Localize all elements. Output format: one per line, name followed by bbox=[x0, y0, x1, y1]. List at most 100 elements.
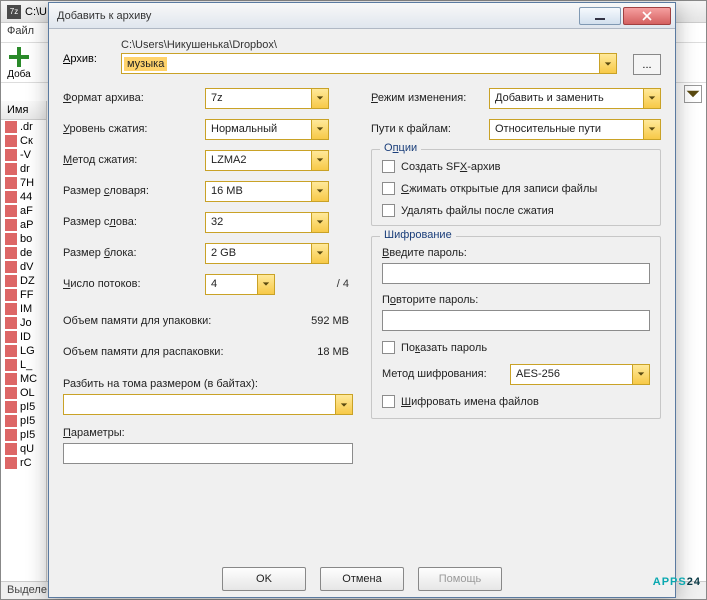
chevron-down-icon[interactable] bbox=[643, 120, 660, 139]
enc-method-combo[interactable]: AES-256 bbox=[510, 364, 650, 385]
encryption-group: Шифрование Введите пароль: Повторите пар… bbox=[371, 236, 661, 419]
archive-path: C:\Users\Никушенька\Dropbox\ bbox=[121, 39, 617, 51]
minimize-button[interactable] bbox=[579, 7, 621, 25]
chevron-down-icon[interactable] bbox=[311, 120, 328, 139]
watermark: APPS24 bbox=[653, 560, 701, 592]
password2-label: Повторите пароль: bbox=[382, 294, 478, 306]
list-item[interactable]: Ск bbox=[1, 134, 46, 148]
list-item[interactable]: L_ bbox=[1, 358, 46, 372]
add-to-archive-dialog: Добавить к архиву Архив: C:\Users\Никуше… bbox=[48, 2, 676, 598]
chevron-down-icon[interactable] bbox=[335, 395, 352, 414]
file-icon bbox=[5, 261, 17, 273]
path-dropdown-arrow[interactable] bbox=[684, 85, 702, 103]
method-combo[interactable]: LZMA2 bbox=[205, 150, 329, 171]
file-icon bbox=[5, 303, 17, 315]
password-input[interactable] bbox=[382, 263, 650, 284]
chevron-down-icon[interactable] bbox=[311, 89, 328, 108]
list-item[interactable]: ID bbox=[1, 330, 46, 344]
list-item[interactable]: bo bbox=[1, 232, 46, 246]
list-item[interactable]: 44 bbox=[1, 190, 46, 204]
delete-after-checkbox[interactable] bbox=[382, 204, 395, 217]
list-item[interactable]: Jo bbox=[1, 316, 46, 330]
list-item[interactable]: pI5 bbox=[1, 428, 46, 442]
show-password-checkbox[interactable] bbox=[382, 341, 395, 354]
list-item[interactable]: aP bbox=[1, 218, 46, 232]
enc-method-label: Метод шифрования: bbox=[382, 368, 510, 380]
archive-name-combo[interactable]: музыка bbox=[121, 53, 617, 74]
file-icon bbox=[5, 219, 17, 231]
list-item[interactable]: IM bbox=[1, 302, 46, 316]
file-icon bbox=[5, 191, 17, 203]
chevron-down-icon[interactable] bbox=[599, 54, 616, 73]
paths-combo[interactable]: Относительные пути bbox=[489, 119, 661, 140]
dialog-title: Добавить к архиву bbox=[53, 10, 577, 22]
close-button[interactable] bbox=[623, 7, 671, 25]
list-item[interactable]: rC bbox=[1, 456, 46, 470]
list-item[interactable]: pI5 bbox=[1, 400, 46, 414]
list-item[interactable]: DZ bbox=[1, 274, 46, 288]
column-header-name[interactable]: Имя bbox=[1, 101, 46, 120]
level-combo[interactable]: Нормальный bbox=[205, 119, 329, 140]
file-icon bbox=[5, 373, 17, 385]
word-combo[interactable]: 32 bbox=[205, 212, 329, 233]
file-icon bbox=[5, 429, 17, 441]
list-item[interactable]: aF bbox=[1, 204, 46, 218]
level-label: Уровень сжатия: bbox=[63, 123, 205, 135]
chevron-down-icon[interactable] bbox=[643, 89, 660, 108]
file-icon bbox=[5, 457, 17, 469]
file-icon bbox=[5, 401, 17, 413]
help-button[interactable]: Помощь bbox=[418, 567, 502, 591]
threads-combo[interactable]: 4 bbox=[205, 274, 275, 295]
split-label: Разбить на тома размером (в байтах): bbox=[63, 378, 258, 390]
file-icon bbox=[5, 149, 17, 161]
list-item[interactable]: dV bbox=[1, 260, 46, 274]
chevron-down-icon[interactable] bbox=[311, 213, 328, 232]
mode-label: Режим изменения: bbox=[371, 92, 489, 104]
word-label: Размер слова: bbox=[63, 216, 205, 228]
mem-unpack-label: Объем памяти для распаковки: bbox=[63, 346, 224, 358]
chevron-down-icon[interactable] bbox=[311, 151, 328, 170]
params-input[interactable] bbox=[63, 443, 353, 464]
encryption-title: Шифрование bbox=[380, 229, 456, 241]
ok-button[interactable]: OK bbox=[222, 567, 306, 591]
encrypt-names-checkbox[interactable] bbox=[382, 395, 395, 408]
dialog-titlebar[interactable]: Добавить к архиву bbox=[49, 3, 675, 29]
browse-button[interactable]: ... bbox=[633, 54, 661, 75]
paths-label: Пути к файлам: bbox=[371, 123, 489, 135]
password2-input[interactable] bbox=[382, 310, 650, 331]
add-icon[interactable] bbox=[7, 45, 31, 69]
dict-combo[interactable]: 16 MB bbox=[205, 181, 329, 202]
params-label: Параметры: bbox=[63, 427, 125, 439]
list-item[interactable]: LG bbox=[1, 344, 46, 358]
list-item[interactable]: qU bbox=[1, 442, 46, 456]
sfx-checkbox[interactable] bbox=[382, 160, 395, 173]
encrypt-names-label: Шифровать имена файлов bbox=[401, 396, 539, 408]
list-item[interactable]: pI5 bbox=[1, 414, 46, 428]
archive-label: Архив: bbox=[63, 53, 97, 65]
mode-combo[interactable]: Добавить и заменить bbox=[489, 88, 661, 109]
compress-open-label: Сжимать открытые для записи файлы bbox=[401, 183, 597, 195]
block-combo[interactable]: 2 GB bbox=[205, 243, 329, 264]
menu-file[interactable]: Файл bbox=[7, 25, 34, 37]
list-item[interactable]: dr bbox=[1, 162, 46, 176]
file-icon bbox=[5, 345, 17, 357]
list-item[interactable]: de bbox=[1, 246, 46, 260]
chevron-down-icon[interactable] bbox=[257, 275, 274, 294]
list-item[interactable]: OL bbox=[1, 386, 46, 400]
compress-open-checkbox[interactable] bbox=[382, 182, 395, 195]
delete-after-label: Удалять файлы после сжатия bbox=[401, 205, 554, 217]
method-label: Метод сжатия: bbox=[63, 154, 205, 166]
list-item[interactable]: 7H bbox=[1, 176, 46, 190]
list-item[interactable]: FF bbox=[1, 288, 46, 302]
file-icon bbox=[5, 205, 17, 217]
cancel-button[interactable]: Отмена bbox=[320, 567, 404, 591]
list-item[interactable]: -V bbox=[1, 148, 46, 162]
list-item[interactable]: .dr bbox=[1, 120, 46, 134]
threads-max: / 4 bbox=[337, 278, 353, 290]
list-item[interactable]: MC bbox=[1, 372, 46, 386]
chevron-down-icon[interactable] bbox=[311, 182, 328, 201]
format-combo[interactable]: 7z bbox=[205, 88, 329, 109]
chevron-down-icon[interactable] bbox=[632, 365, 649, 384]
split-combo[interactable] bbox=[63, 394, 353, 415]
chevron-down-icon[interactable] bbox=[311, 244, 328, 263]
